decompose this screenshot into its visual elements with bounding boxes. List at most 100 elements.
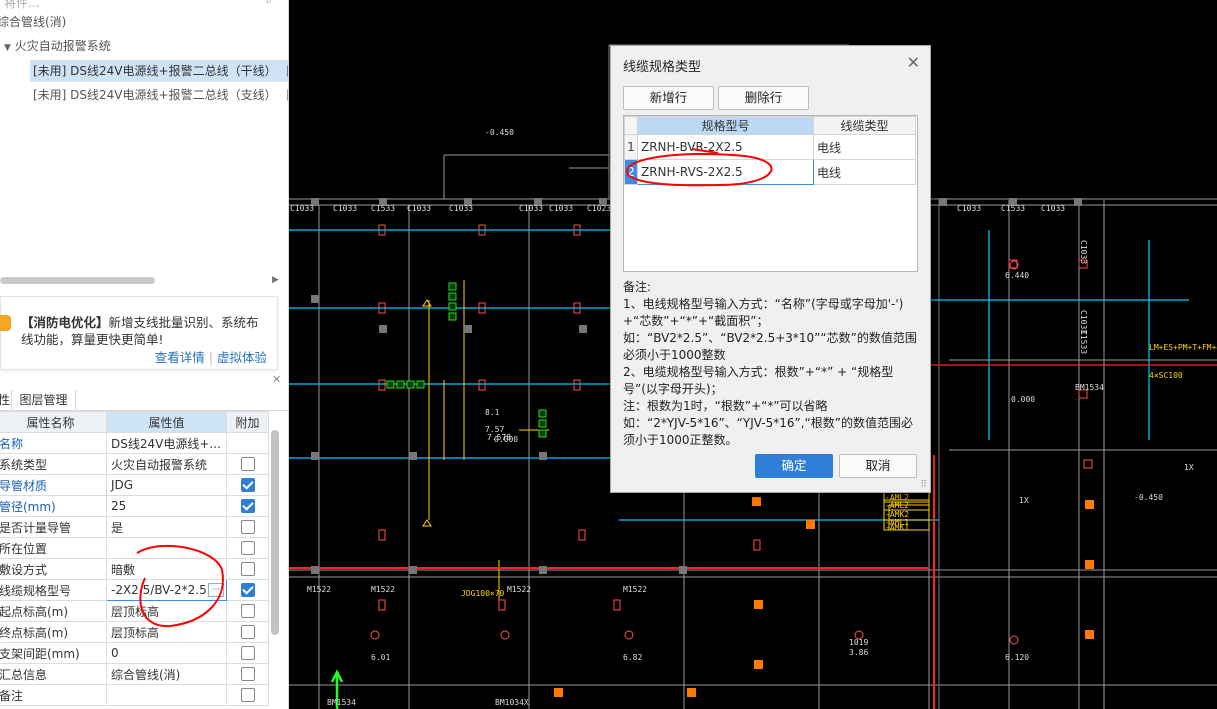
tree-item-trunk-label: [未用] DS线24V电源线+报警二总线（干线）: [33, 64, 277, 78]
property-row[interactable]: 线缆规格型号 -2X2.5/BV-2*2.5 ···: [0, 579, 269, 601]
tree-item-trunk[interactable]: [未用] DS线24V电源线+报警二总线（干线） [J: [30, 60, 288, 82]
property-row[interactable]: 敷设方式 暗敷: [0, 558, 269, 580]
extra-checkbox[interactable]: [240, 541, 255, 556]
extra-checkbox[interactable]: [240, 625, 255, 640]
ellipsis-button[interactable]: ···: [208, 583, 224, 597]
cable-spec-input[interactable]: -2X2.5/BV-2*2.5: [111, 583, 207, 597]
delete-row-button[interactable]: 删除行: [718, 86, 809, 110]
resize-grip-icon[interactable]: ⠿: [920, 480, 927, 490]
tab-layer-management[interactable]: 图层管理: [12, 390, 76, 410]
property-value[interactable]: 层顶标高: [106, 600, 227, 622]
cad-label: C1023: [587, 204, 611, 213]
extra-checkbox[interactable]: [240, 583, 255, 598]
grid-cell-model[interactable]: ZRNH-RVS-2X2.5: [637, 159, 814, 185]
property-row[interactable]: 备注: [0, 684, 269, 706]
search-icon[interactable]: ⌕: [266, 0, 272, 8]
grid-header-index: [624, 116, 638, 135]
cancel-button[interactable]: 取消: [839, 454, 917, 478]
cad-label: 0.000: [494, 435, 518, 444]
property-value[interactable]: 综合管线(消): [106, 663, 227, 685]
property-name: 汇总信息: [0, 663, 107, 685]
extra-checkbox[interactable]: [240, 646, 255, 661]
header-extra: 附加: [226, 411, 269, 433]
cad-label: -AML2: [885, 501, 909, 510]
property-value[interactable]: [106, 684, 227, 706]
property-value[interactable]: 层顶标高: [106, 621, 227, 643]
cad-label: C1533: [1001, 204, 1025, 213]
left-panel: 将件... ⌕ 综合管线(消) ▼ 火灾自动报警系统 [未用] DS线24V电源…: [0, 0, 289, 709]
link-divider: |: [208, 350, 213, 365]
grid-cell-type[interactable]: 电线: [813, 134, 916, 160]
property-row[interactable]: 终点标高(m) 层顶标高: [0, 621, 269, 643]
property-extra: [226, 579, 269, 601]
cad-label: LM+ES+PM+T+FM+4(S+D)+: [1149, 343, 1217, 352]
property-value[interactable]: 火灾自动报警系统: [106, 453, 227, 475]
property-row[interactable]: 支架间距(mm) 0: [0, 642, 269, 664]
extra-checkbox[interactable]: [240, 499, 255, 514]
property-name: 是否计量导管: [0, 516, 107, 538]
property-value[interactable]: 0: [106, 642, 227, 664]
property-value[interactable]: -2X2.5/BV-2*2.5 ···: [106, 579, 227, 601]
virtual-demo-link[interactable]: 虚拟体验: [217, 350, 267, 365]
horizontal-scrollbar[interactable]: [0, 277, 155, 284]
vertical-scrollbar[interactable]: [271, 430, 279, 635]
property-extra: [226, 516, 269, 538]
extra-checkbox[interactable]: [240, 478, 255, 493]
tree-item-branch-label: [未用] DS线24V电源线+报警二总线（支线）: [33, 88, 277, 102]
tree-item-system[interactable]: ▼ 火灾自动报警系统: [4, 35, 111, 57]
property-extra: [226, 642, 269, 664]
property-row[interactable]: 管径(mm) 25: [0, 495, 269, 517]
property-value[interactable]: JDG: [106, 474, 227, 496]
extra-checkbox[interactable]: [240, 457, 255, 472]
property-extra: [226, 453, 269, 475]
tree-item-root[interactable]: 综合管线(消): [0, 11, 66, 33]
cad-label: -AMK2: [885, 510, 909, 519]
property-row[interactable]: 起点标高(m) 层顶标高: [0, 600, 269, 622]
extra-checkbox[interactable]: [240, 604, 255, 619]
cad-label: C1033: [333, 204, 357, 213]
property-value[interactable]: 暗敷: [106, 558, 227, 580]
cad-label: C1033: [290, 204, 314, 213]
cad-label: 3.86: [849, 648, 868, 657]
property-value[interactable]: [106, 537, 227, 559]
extra-checkbox[interactable]: [240, 562, 255, 577]
extra-checkbox[interactable]: [240, 520, 255, 535]
extra-checkbox[interactable]: [240, 667, 255, 682]
grid-cell-model[interactable]: ZRNH-BVR-2X2.5: [637, 134, 814, 160]
cad-label: BM1534: [327, 698, 356, 707]
property-name: 线缆规格型号: [0, 579, 107, 601]
ok-button[interactable]: 确定: [755, 454, 833, 478]
property-row[interactable]: 导管材质 JDG: [0, 474, 269, 496]
extra-checkbox[interactable]: [240, 688, 255, 703]
property-row[interactable]: 名称 DS线24V电源线+...: [0, 432, 269, 454]
cad-label: C1033: [449, 204, 473, 213]
view-details-link[interactable]: 查看详情: [155, 350, 205, 365]
cad-label: C1033: [549, 204, 573, 213]
notes-line: 2、电缆规格型号输入方式：根数”+“*” + “规格型号”(以字母开头)；: [623, 365, 894, 396]
property-extra: [226, 432, 269, 454]
property-value[interactable]: 是: [106, 516, 227, 538]
property-name: 管径(mm): [0, 495, 107, 517]
dialog-close-icon[interactable]: ✕: [907, 53, 920, 72]
grid-cell-type[interactable]: 电线: [813, 159, 916, 185]
property-row[interactable]: 所在位置: [0, 537, 269, 559]
property-value[interactable]: DS线24V电源线+...: [106, 432, 227, 454]
property-value[interactable]: 25: [106, 495, 227, 517]
scroll-right-icon[interactable]: ▶: [272, 275, 279, 285]
promo-title: 【消防电优化】: [21, 315, 109, 330]
property-row[interactable]: 系统类型 火灾自动报警系统: [0, 453, 269, 475]
property-extra: [226, 558, 269, 580]
property-row[interactable]: 是否计量导管是: [0, 516, 269, 538]
tree-item-system-label: 火灾自动报警系统: [14, 39, 111, 53]
property-name: 备注: [0, 684, 107, 706]
property-row[interactable]: 汇总信息 综合管线(消): [0, 663, 269, 685]
grid-row[interactable]: 2 ZRNH-RVS-2X2.5 电线: [624, 159, 916, 185]
close-icon[interactable]: ✕: [272, 373, 281, 386]
grid-row[interactable]: 1 ZRNH-BVR-2X2.5 电线: [624, 134, 916, 160]
property-name: 所在位置: [0, 537, 107, 559]
tree-item-branch[interactable]: [未用] DS线24V电源线+报警二总线（支线） [J: [33, 84, 288, 106]
property-name: 终点标高(m): [0, 621, 107, 643]
add-row-button[interactable]: 新增行: [623, 86, 714, 110]
tab-properties[interactable]: 性: [0, 390, 12, 410]
chevron-down-icon[interactable]: ▼: [4, 43, 11, 53]
